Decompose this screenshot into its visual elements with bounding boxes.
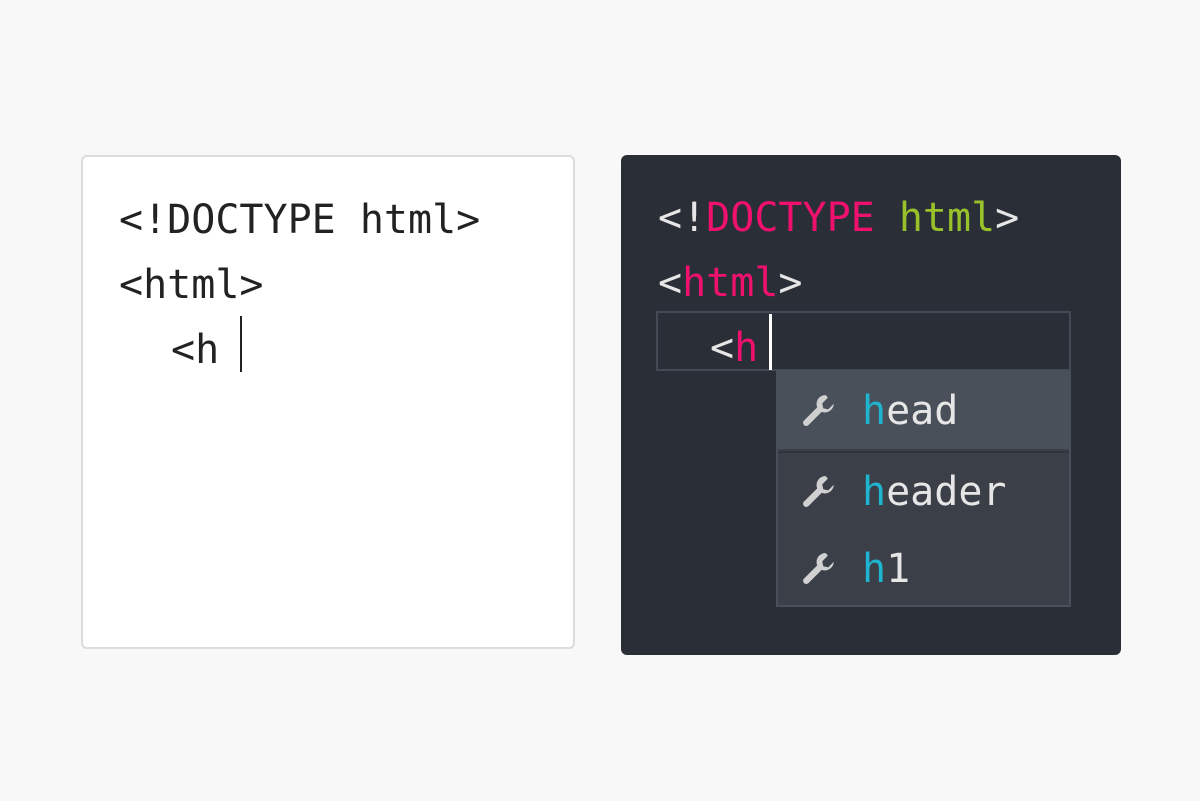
code-line-html: <html> xyxy=(658,263,803,303)
match-highlight: h xyxy=(862,546,887,592)
punctuation: > xyxy=(778,260,803,306)
code-line-doctype: <!DOCTYPE html> xyxy=(658,198,1019,238)
suggestion-rest: eader xyxy=(886,469,1007,515)
suggestion-label: head xyxy=(862,391,958,431)
code-line-typing: <h xyxy=(171,327,220,373)
match-highlight: h xyxy=(862,469,887,515)
text-cursor xyxy=(769,314,772,370)
suggestion-h1[interactable]: h1 xyxy=(778,530,1069,607)
autocomplete-popup[interactable]: head header h1 xyxy=(776,370,1071,607)
wrench-icon xyxy=(803,476,834,508)
suggestion-rest: 1 xyxy=(886,546,911,592)
code-line-typing: <h xyxy=(710,328,758,368)
text-cursor xyxy=(240,316,242,372)
suggestion-label: h1 xyxy=(862,549,910,589)
suggestion-header[interactable]: header xyxy=(778,451,1069,530)
punctuation: < xyxy=(658,260,683,306)
wrench-icon xyxy=(803,395,834,427)
code-line-html: <html> xyxy=(119,262,264,308)
suggestion-label: header xyxy=(862,472,1007,512)
wrench-icon xyxy=(803,553,834,585)
suggestion-head[interactable]: head xyxy=(778,372,1069,449)
punctuation: > xyxy=(995,195,1020,241)
html-tag-name: html xyxy=(682,260,779,306)
punctuation: < xyxy=(710,325,735,371)
suggestion-rest: ead xyxy=(886,388,959,434)
doctype-keyword: DOCTYPE xyxy=(706,195,875,241)
punctuation: <! xyxy=(658,195,707,241)
match-highlight: h xyxy=(862,388,887,434)
code-line-doctype: <!DOCTYPE html> xyxy=(119,197,481,243)
dark-code-editor[interactable]: <!DOCTYPE html> <html> <h head header h1 xyxy=(621,155,1121,655)
typed-tag-name: h xyxy=(734,325,759,371)
plain-code-editor[interactable]: <!DOCTYPE html> <html> <h xyxy=(81,155,575,649)
doctype-attribute: html xyxy=(898,195,996,241)
